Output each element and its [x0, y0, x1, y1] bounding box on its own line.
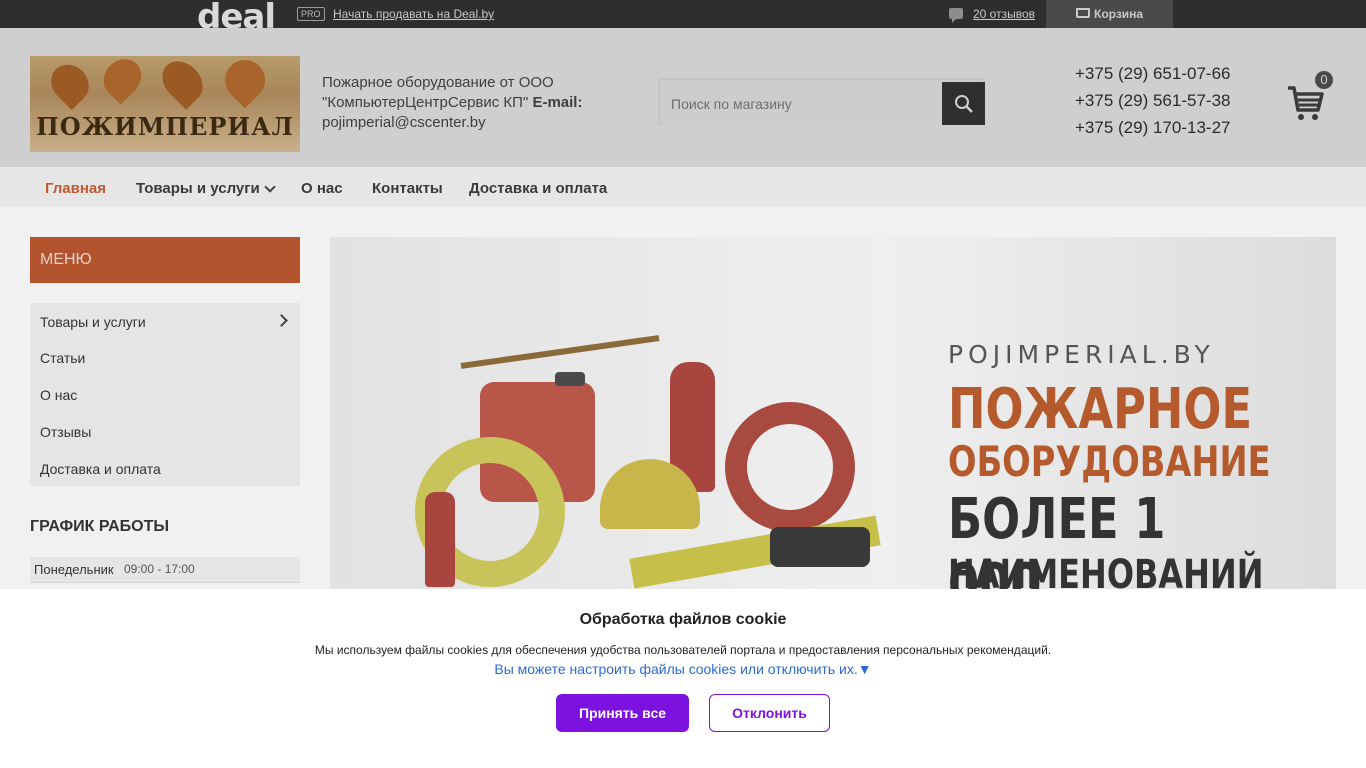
- start-selling-link[interactable]: Начать продавать на Deal.by: [333, 7, 494, 21]
- product-small-extinguisher: [425, 492, 455, 587]
- schedule-row: Понедельник 09:00 - 17:00: [30, 557, 300, 583]
- banner-site: POJIMPERIAL.BY: [948, 340, 1215, 369]
- product-cap: [555, 372, 585, 386]
- reviews-link[interactable]: 20 отзывов: [973, 7, 1035, 21]
- phone-list: +375 (29) 651-07-66 +375 (29) 561-57-38 …: [1075, 60, 1230, 141]
- nav-products[interactable]: Товары и услуги: [136, 180, 260, 197]
- phone-number[interactable]: +375 (29) 561-57-38: [1075, 87, 1230, 114]
- chevron-down-icon[interactable]: [264, 181, 276, 193]
- sidebar-item-reviews[interactable]: Отзывы: [40, 424, 91, 440]
- banner-line-2: ОБОРУДОВАНИЕ: [948, 437, 1271, 486]
- phone-number[interactable]: +375 (29) 170-13-27: [1075, 114, 1230, 141]
- email-label: E-mail:: [532, 94, 583, 111]
- nav-delivery[interactable]: Доставка и оплата: [469, 180, 607, 197]
- search-input[interactable]: [662, 82, 942, 125]
- sidebar-item-delivery[interactable]: Доставка и оплата: [40, 461, 161, 477]
- comment-icon: [949, 8, 963, 23]
- banner-line-1: ПОЖАРНОЕ: [948, 377, 1253, 442]
- company-logo[interactable]: ПОЖИМПЕРИАЛ: [30, 56, 300, 152]
- search-box: [658, 78, 985, 125]
- search-icon: [955, 95, 973, 113]
- flame-shape: [154, 56, 211, 110]
- schedule-time: 09:00 - 17:00: [124, 562, 195, 576]
- pro-badge: PRO: [297, 7, 325, 21]
- site-header: ПОЖИМПЕРИАЛ Пожарное оборудование от ООО…: [0, 28, 1366, 167]
- company-line-2: "КомпьютерЦентрСервис КП": [322, 94, 529, 111]
- nav-contacts[interactable]: Контакты: [372, 180, 443, 197]
- sidebar-menu-title: МЕНЮ: [30, 237, 300, 283]
- cookie-title: Обработка файлов cookie: [579, 611, 787, 628]
- cookie-settings-link[interactable]: Вы можете настроить файлы cookies или от…: [0, 661, 1366, 677]
- company-email[interactable]: pojimperial@cscenter.by: [322, 114, 486, 131]
- cart-count-badge: 0: [1315, 71, 1333, 89]
- sidebar-menu: Товары и услуги Статьи О нас Отзывы Дост…: [30, 303, 300, 486]
- flame-shape: [43, 56, 97, 111]
- main-nav: Главная Товары и услуги О нас Контакты Д…: [0, 167, 1366, 207]
- cart-top-label: Корзина: [1094, 7, 1144, 21]
- promo-banner[interactable]: POJIMPERIAL.BY ПОЖАРНОЕ ОБОРУДОВАНИЕ БОЛ…: [330, 237, 1336, 597]
- schedule-title: ГРАФИК РАБОТЫ: [30, 518, 170, 535]
- phone-number[interactable]: +375 (29) 651-07-66: [1075, 60, 1230, 87]
- logo-text: ПОЖИМПЕРИАЛ: [36, 112, 294, 141]
- cookie-text: Мы используем файлы cookies для обеспече…: [314, 643, 1052, 657]
- flame-shape: [95, 56, 150, 105]
- sidebar-item-about[interactable]: О нас: [40, 387, 77, 403]
- cart-icon: [1076, 8, 1090, 18]
- product-goggles: [770, 527, 870, 567]
- decline-button[interactable]: Отклонить: [709, 694, 830, 732]
- cookie-banner: Обработка файлов cookie Мы используем фа…: [0, 589, 1366, 768]
- chevron-right-icon[interactable]: [275, 314, 288, 327]
- accept-all-button[interactable]: Принять все: [556, 694, 689, 732]
- company-info: Пожарное оборудование от ООО "КомпьютерЦ…: [322, 73, 612, 133]
- product-hose-red: [725, 402, 855, 532]
- product-handle: [460, 335, 660, 369]
- sidebar-item-articles[interactable]: Статьи: [40, 350, 85, 366]
- top-bar: deal PRO Начать продавать на Deal.by 20 …: [0, 0, 1366, 37]
- search-button[interactable]: [942, 82, 985, 125]
- cart-top-button[interactable]: Корзина: [1046, 0, 1173, 28]
- schedule-day: Понедельник: [34, 562, 114, 577]
- sidebar-item-products[interactable]: Товары и услуги: [40, 314, 146, 330]
- flame-shape: [216, 56, 274, 109]
- nav-about[interactable]: О нас: [301, 180, 343, 197]
- nav-home[interactable]: Главная: [45, 180, 106, 197]
- company-line-1: Пожарное оборудование от ООО: [322, 74, 554, 91]
